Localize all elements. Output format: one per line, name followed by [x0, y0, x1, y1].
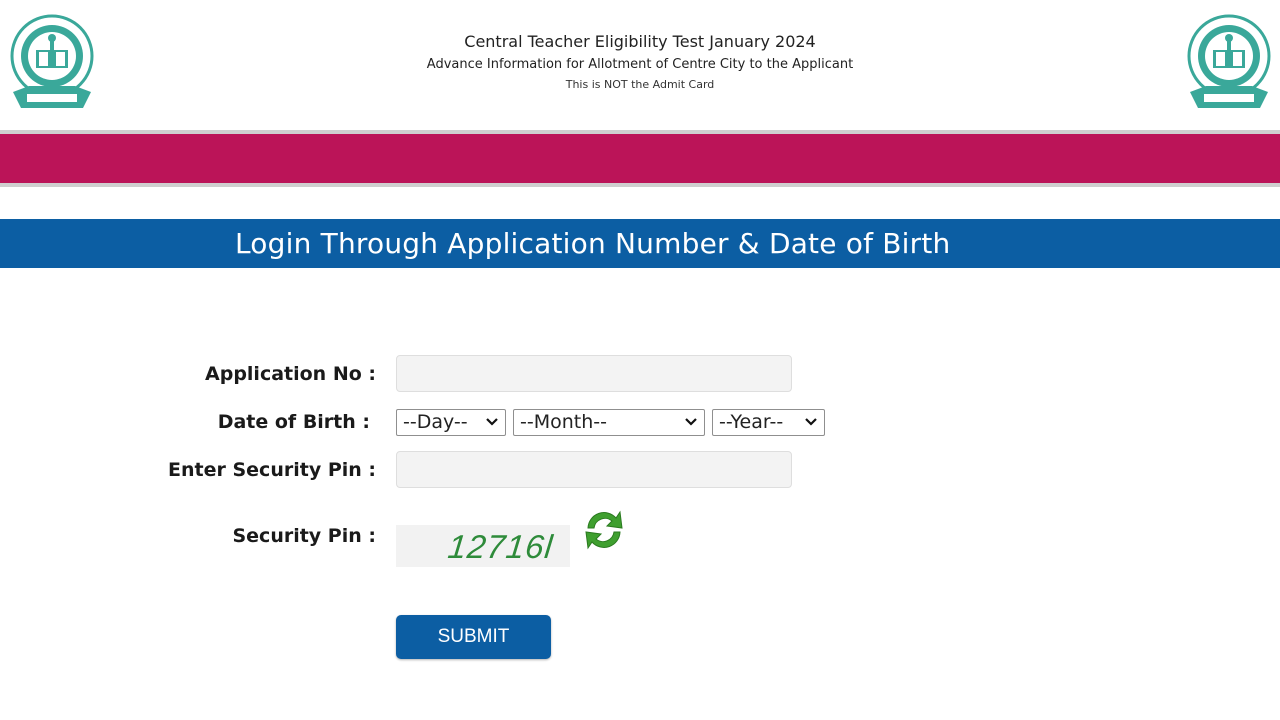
enter-security-pin-label: Enter Security Pin : [168, 459, 376, 481]
chevron-down-icon [486, 418, 498, 426]
magenta-band [0, 134, 1280, 183]
dob-label: Date of Birth : [217, 411, 370, 433]
dob-day-select[interactable]: --Day-- [396, 409, 506, 436]
dob-year-value: --Year-- [719, 411, 784, 433]
admit-card-note: This is NOT the Admit Card [565, 78, 715, 91]
page-title: Central Teacher Eligibility Test January… [464, 32, 816, 51]
refresh-icon[interactable] [580, 506, 628, 554]
page-header: Central Teacher Eligibility Test January… [0, 0, 1280, 130]
login-bar: Login Through Application Number & Date … [0, 219, 1280, 268]
captcha-image: 12716l [396, 525, 570, 567]
login-title: Login Through Application Number & Date … [235, 227, 951, 260]
dob-day-value: --Day-- [403, 411, 468, 433]
security-pin-input[interactable] [396, 451, 792, 488]
application-no-input[interactable] [396, 355, 792, 392]
captcha-text: 12716l [446, 528, 556, 565]
submit-button[interactable]: SUBMIT [396, 615, 551, 659]
page-subtitle: Advance Information for Allotment of Cen… [426, 57, 854, 72]
dob-month-select[interactable]: --Month-- [513, 409, 705, 436]
divider [0, 183, 1280, 187]
header-titles: Central Teacher Eligibility Test January… [0, 32, 1280, 92]
dob-month-value: --Month-- [520, 411, 607, 433]
security-pin-label: Security Pin : [232, 525, 376, 547]
dob-year-select[interactable]: --Year-- [712, 409, 825, 436]
application-no-label: Application No : [205, 363, 376, 385]
chevron-down-icon [805, 418, 817, 426]
chevron-down-icon [685, 418, 697, 426]
